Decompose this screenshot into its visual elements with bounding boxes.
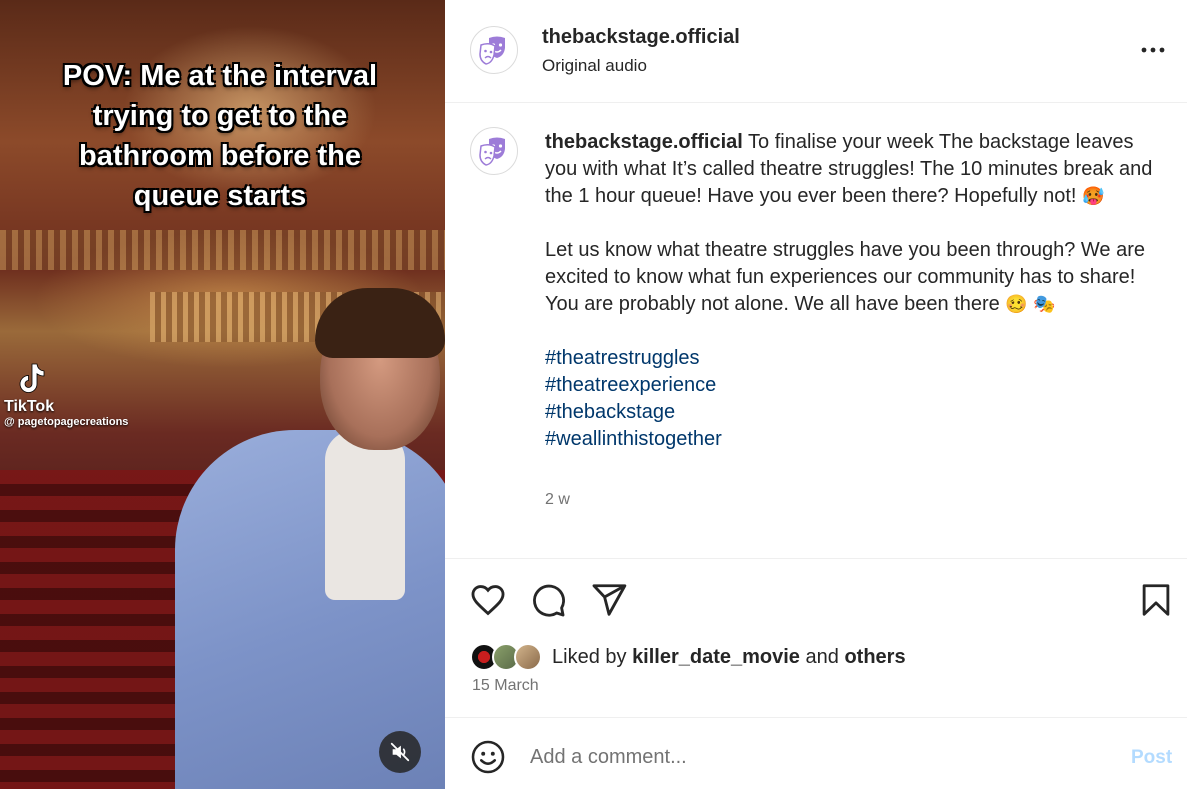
liked-by-user-link[interactable]: killer_date_movie	[632, 646, 800, 668]
original-audio-link[interactable]: Original audio	[542, 56, 647, 76]
tiktok-name: TikTok	[4, 398, 55, 415]
post-video[interactable]: POV: Me at the interval trying to get to…	[0, 0, 445, 789]
liked-by-text: Liked by killer_date_movie and others	[552, 646, 906, 669]
hashtag-list: #theatrestruggles #theatreexperience #th…	[545, 345, 1155, 453]
header-username[interactable]: thebackstage.official	[542, 26, 740, 49]
hashtag-link[interactable]: #thebackstage	[545, 399, 1155, 426]
hashtag-link[interactable]: #weallinthistogether	[545, 426, 1155, 453]
avatar[interactable]	[470, 26, 518, 74]
comment-input[interactable]	[530, 741, 1090, 773]
caption-time-ago[interactable]: 2 w	[545, 491, 570, 509]
post-actions: Liked by killer_date_movie and others 15…	[445, 560, 1187, 718]
liked-by-and: and	[805, 645, 839, 668]
bookmark-icon[interactable]	[1137, 581, 1175, 619]
comment-bar: Post	[445, 719, 1187, 789]
hot-face-emoji: 🥵	[1082, 186, 1105, 206]
post-header: thebackstage.official Original audio	[445, 0, 1187, 103]
comment-icon[interactable]	[529, 581, 567, 619]
caption-paragraph-1: thebackstage.official To finalise your w…	[545, 129, 1155, 210]
emoji-smile-icon[interactable]	[470, 739, 506, 775]
liked-by-prefix: Liked by	[552, 645, 627, 668]
liked-by-row: Liked by killer_date_movie and others	[470, 641, 906, 673]
video-scene-balcony	[0, 230, 445, 270]
theatre-masks-logo-icon	[479, 137, 505, 166]
post-caption-area: thebackstage.official To finalise your w…	[445, 103, 1187, 559]
tiktok-watermark: TikTok @ pagetopagecreations	[4, 362, 128, 428]
theatre-masks-emoji: 🎭	[1033, 294, 1056, 314]
caption-avatar[interactable]	[470, 127, 518, 175]
tiktok-handle: @ pagetopagecreations	[4, 416, 129, 428]
theatre-masks-logo-icon	[479, 36, 505, 65]
liked-by-others-link[interactable]: others	[844, 646, 905, 668]
video-scene-person-collar	[325, 430, 405, 600]
more-horizontal-icon[interactable]	[1138, 38, 1168, 62]
hashtag-link[interactable]: #theatreexperience	[545, 372, 1155, 399]
video-caption: POV: Me at the interval trying to get to…	[62, 60, 378, 212]
speaker-muted-icon	[390, 742, 410, 762]
caption-paragraph-2: Let us know what theatre struggles have …	[545, 237, 1155, 318]
caption-username[interactable]: thebackstage.official	[545, 131, 743, 153]
tiktok-logo-icon	[19, 363, 45, 393]
post-details-panel: thebackstage.official Original audio the…	[445, 0, 1187, 789]
liker-avatar[interactable]	[514, 643, 542, 671]
post-caption: thebackstage.official To finalise your w…	[545, 129, 1155, 453]
post-date[interactable]: 15 March	[472, 677, 539, 695]
hashtag-link[interactable]: #theatrestruggles	[545, 345, 1155, 372]
share-icon[interactable]	[590, 581, 628, 619]
heart-icon[interactable]	[469, 581, 507, 619]
mute-button[interactable]	[379, 731, 421, 773]
post-comment-button[interactable]: Post	[1131, 747, 1172, 769]
woozy-face-emoji: 🥴	[1005, 294, 1028, 314]
